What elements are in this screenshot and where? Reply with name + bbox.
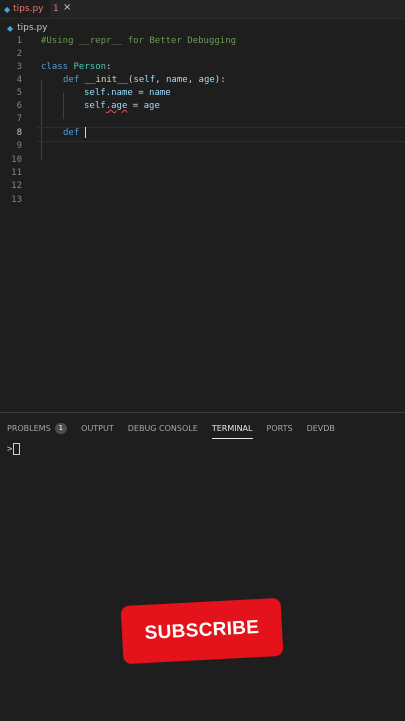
code-punct: ): bbox=[214, 75, 226, 85]
code-line: 12 bbox=[0, 180, 405, 193]
file-tab-tips-py[interactable]: ◆ tips.py 1 × bbox=[0, 0, 71, 18]
param: name bbox=[166, 75, 188, 85]
tab-label: DEBUG CONSOLE bbox=[127, 423, 198, 433]
line-number: 11 bbox=[11, 168, 22, 178]
code-token: = bbox=[132, 88, 150, 98]
line-number: 6 bbox=[16, 101, 22, 111]
breadcrumb[interactable]: ◆ tips.py bbox=[7, 22, 48, 34]
keyword: class bbox=[41, 62, 69, 72]
code-punct: : bbox=[106, 62, 112, 72]
line-number: 10 bbox=[11, 155, 22, 165]
class-name: Person bbox=[73, 62, 107, 72]
code-token: self bbox=[84, 88, 106, 98]
tab-filename: tips.py bbox=[13, 4, 44, 14]
code-line: 6 self.age = age bbox=[0, 100, 405, 113]
tab-problems[interactable]: PROBLEMS 1 bbox=[7, 421, 68, 435]
code-line-current: 8 def bbox=[0, 127, 405, 140]
line-number: 5 bbox=[16, 88, 22, 98]
code-line: 4 def __init__(self, name, age): bbox=[0, 74, 405, 87]
code-token-error: .age bbox=[105, 101, 128, 111]
tab-devdb[interactable]: DEVDB bbox=[307, 421, 335, 435]
keyword: def bbox=[63, 75, 80, 85]
terminal-prompt[interactable]: > bbox=[7, 443, 21, 455]
tab-label: OUTPUT bbox=[81, 423, 114, 433]
line-number: 4 bbox=[16, 75, 22, 85]
tab-ports[interactable]: PORTS bbox=[267, 421, 293, 435]
line-number: 7 bbox=[16, 114, 22, 124]
code-line: 9 bbox=[0, 140, 405, 153]
tab-problem-count: 1 bbox=[53, 4, 59, 14]
python-file-icon: ◆ bbox=[4, 4, 11, 14]
bottom-panel: PROBLEMS 1 OUTPUT DEBUG CONSOLE TERMINAL… bbox=[0, 412, 405, 721]
code-line: 3 class Person: bbox=[0, 61, 405, 74]
breadcrumb-filename: tips.py bbox=[17, 23, 48, 33]
python-file-icon: ◆ bbox=[7, 23, 14, 33]
problems-badge: 1 bbox=[54, 422, 68, 434]
prompt-symbol: > bbox=[7, 444, 13, 455]
tab-output[interactable]: OUTPUT bbox=[81, 421, 114, 435]
code-line: 13 bbox=[0, 194, 405, 207]
line-number: 13 bbox=[11, 195, 22, 205]
line-number: 1 bbox=[16, 36, 22, 46]
code-line: 11 bbox=[0, 167, 405, 180]
panel-tabs: PROBLEMS 1 OUTPUT DEBUG CONSOLE TERMINAL… bbox=[7, 421, 349, 439]
code-line: 10 bbox=[0, 154, 405, 167]
text-cursor bbox=[84, 127, 86, 138]
tab-label: PORTS bbox=[266, 423, 293, 433]
code-editor[interactable]: 1 #Using __repr__ for Better Debugging 2… bbox=[0, 35, 405, 410]
line-number: 9 bbox=[16, 141, 22, 151]
code-token: self bbox=[84, 101, 106, 111]
param: self bbox=[133, 75, 156, 85]
tab-label: TERMINAL bbox=[211, 423, 253, 433]
code-token: name bbox=[149, 88, 171, 98]
code-token: .name bbox=[105, 88, 133, 98]
code-line: 1 #Using __repr__ for Better Debugging bbox=[0, 35, 405, 48]
terminal-cursor bbox=[13, 443, 21, 455]
code-token: age bbox=[143, 101, 160, 111]
close-tab-icon[interactable]: × bbox=[63, 2, 71, 13]
code-token: = bbox=[127, 101, 144, 111]
code-line: 5 self.name = name bbox=[0, 87, 405, 100]
tab-label: PROBLEMS bbox=[7, 423, 51, 433]
tab-debug-console[interactable]: DEBUG CONSOLE bbox=[128, 421, 198, 435]
code-comment: #Using __repr__ for Better Debugging bbox=[41, 36, 237, 46]
function-name: __init__ bbox=[84, 75, 129, 85]
keyword: def bbox=[63, 128, 80, 138]
line-number: 2 bbox=[16, 49, 22, 59]
editor-tab-bar: ◆ tips.py 1 × bbox=[0, 0, 405, 19]
code-line: 2 bbox=[0, 48, 405, 61]
param: age bbox=[198, 75, 215, 85]
tab-label: DEVDB bbox=[306, 423, 335, 433]
code-line: 7 bbox=[0, 113, 405, 126]
tab-terminal[interactable]: TERMINAL bbox=[211, 421, 253, 439]
line-number: 8 bbox=[16, 128, 22, 138]
subscribe-button[interactable]: SUBSCRIBE bbox=[120, 597, 284, 665]
line-number: 3 bbox=[16, 62, 22, 72]
line-number: 12 bbox=[11, 181, 22, 191]
